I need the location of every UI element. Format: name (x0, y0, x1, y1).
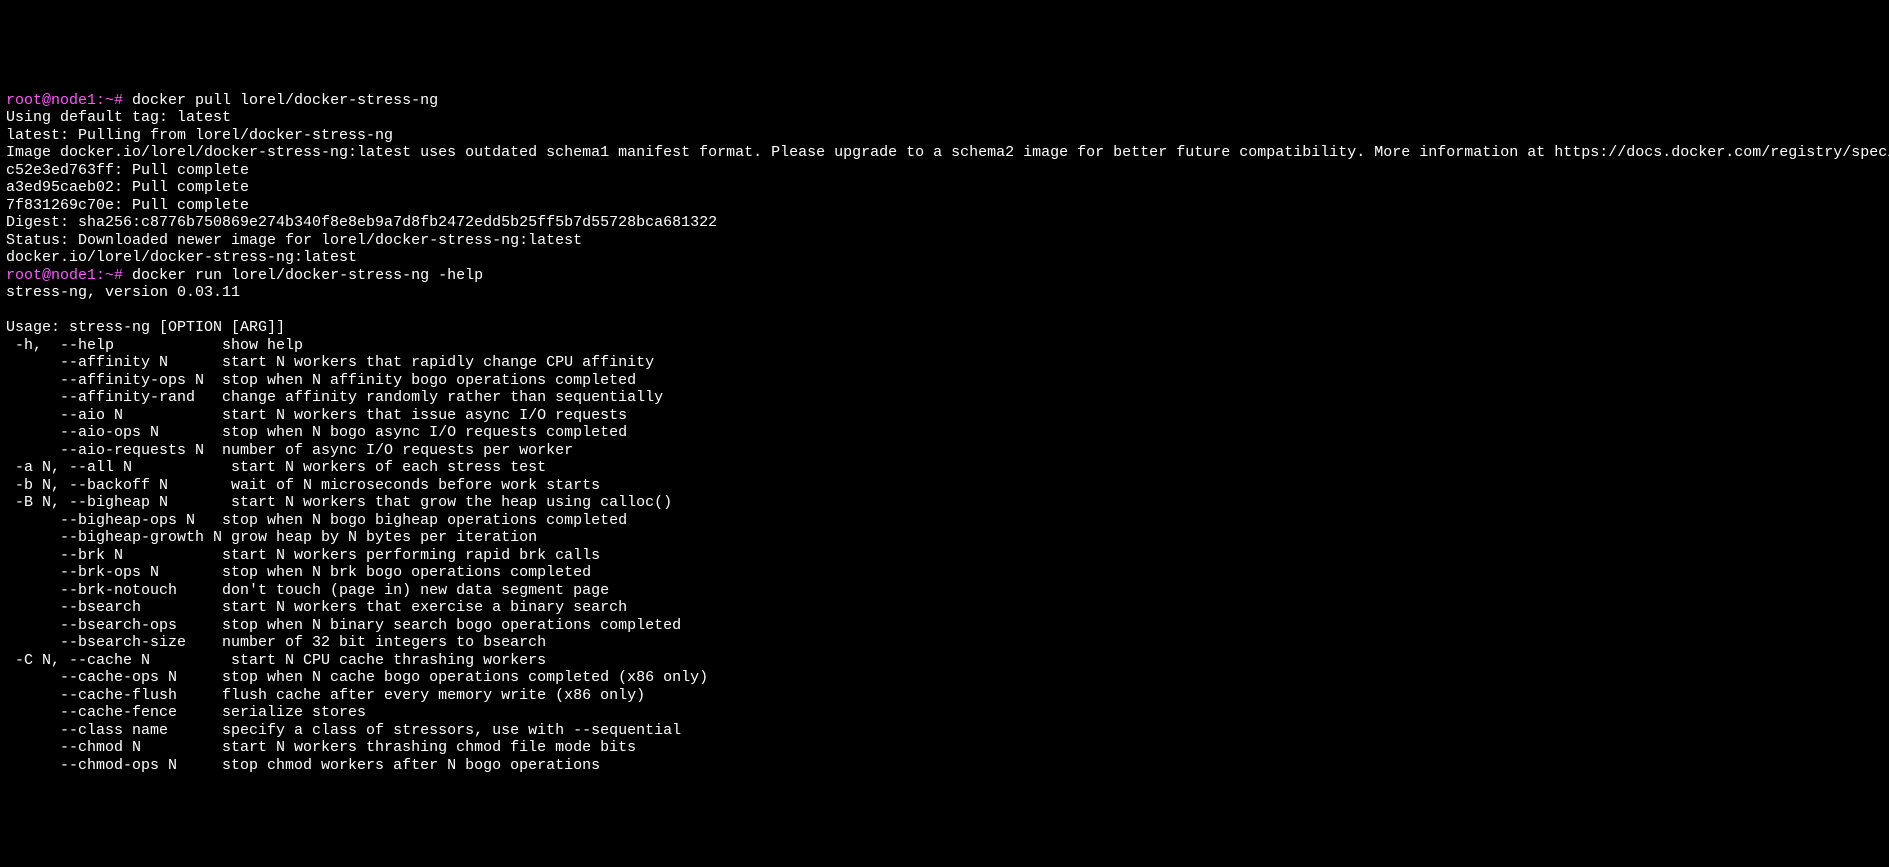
terminal[interactable]: root@node1:~# docker pull lorel/docker-s… (0, 88, 1889, 779)
output-pull: Using default tag: latest latest: Pullin… (6, 109, 1889, 266)
prompt-user-1: root@node1 (6, 92, 96, 109)
prompt-sep-1: :~# (96, 92, 123, 109)
prompt-sep-2: :~# (96, 267, 123, 284)
output-help: stress-ng, version 0.03.11 Usage: stress… (6, 284, 708, 774)
command-1: docker pull lorel/docker-stress-ng (123, 92, 438, 109)
prompt-user-2: root@node1 (6, 267, 96, 284)
command-2: docker run lorel/docker-stress-ng -help (123, 267, 483, 284)
